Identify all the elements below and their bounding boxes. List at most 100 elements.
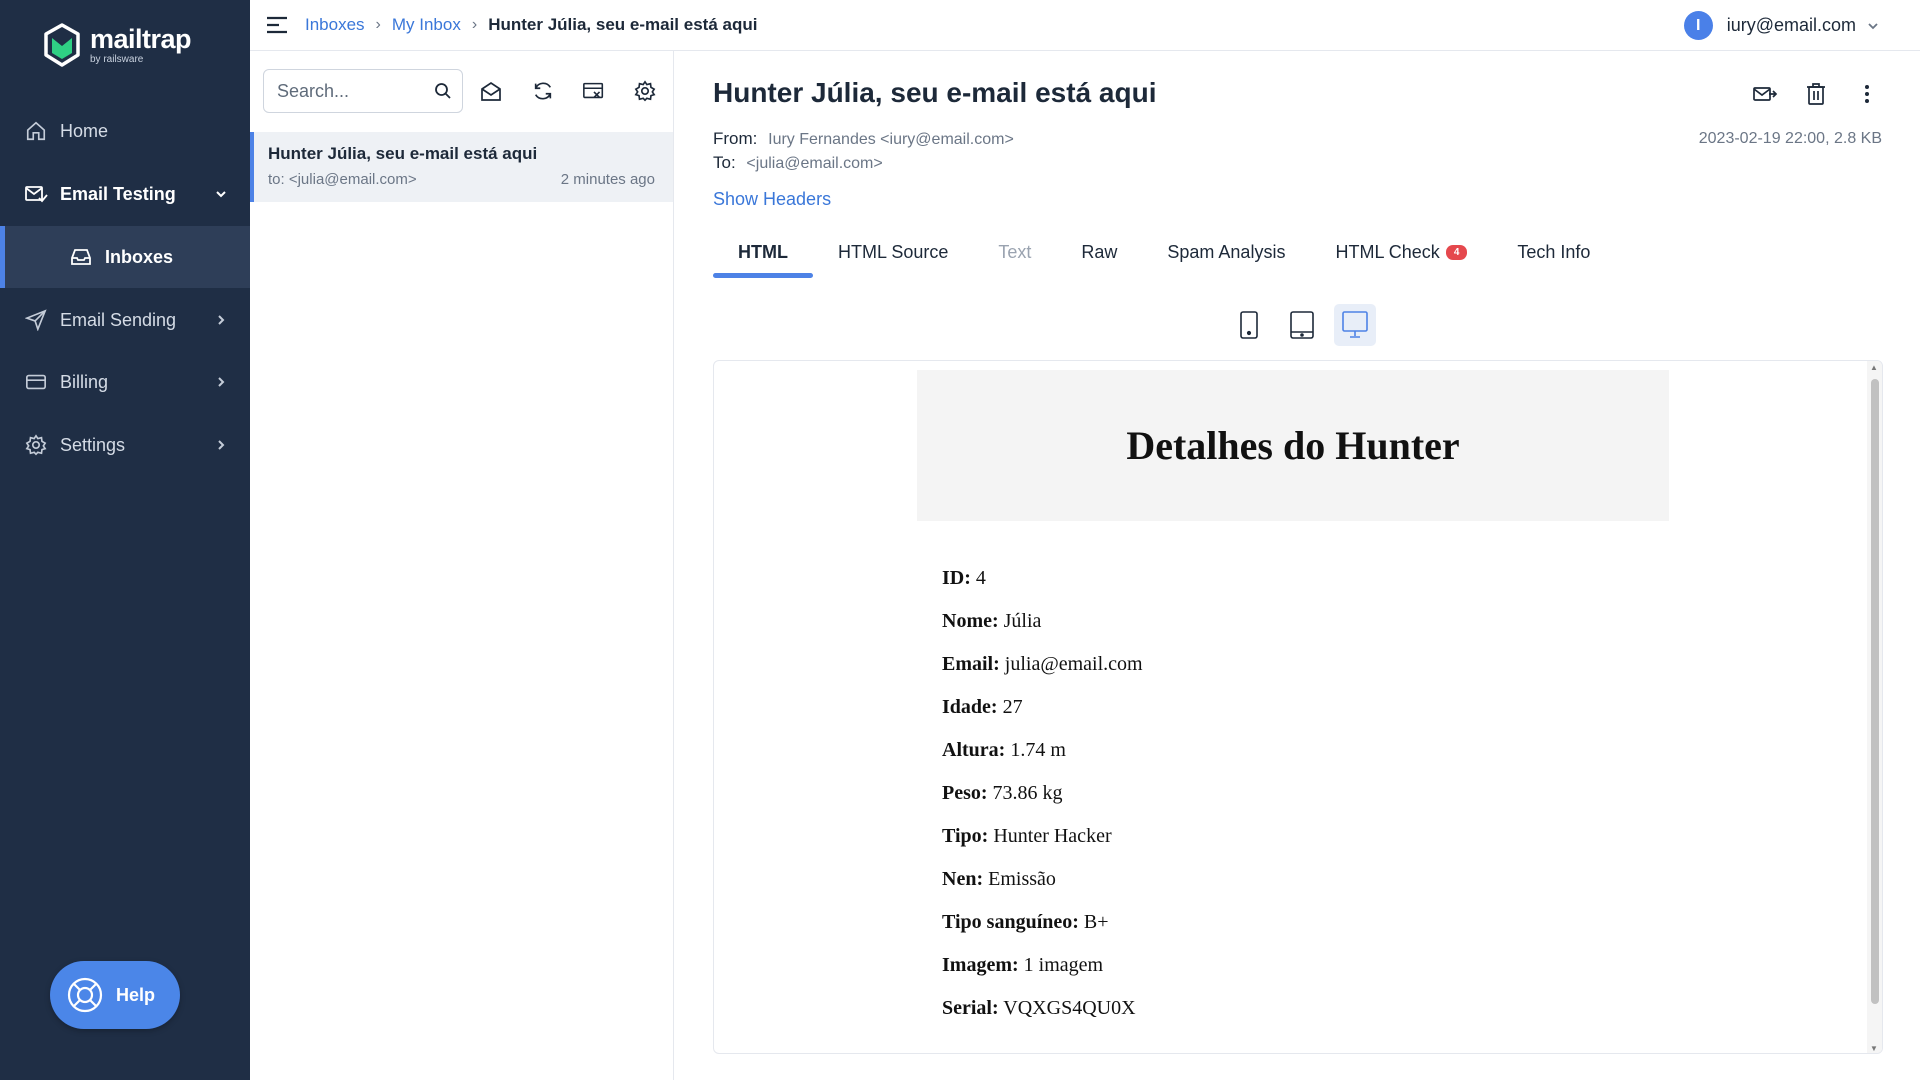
email-field-altura: Altura: 1.74 m (942, 737, 1143, 780)
field-label: Altura: (942, 739, 1006, 761)
to-label: To: (713, 153, 736, 172)
search-box (263, 69, 463, 113)
gear-icon (24, 433, 48, 457)
sidebar-item-label: Billing (60, 371, 109, 392)
message-recipient: to: <julia@email.com> (268, 171, 417, 188)
tab-html-source[interactable]: HTML Source (813, 226, 973, 278)
chevron-right-icon (218, 377, 225, 387)
scroll-up-arrow-icon[interactable]: ▲ (1870, 363, 1878, 372)
email-preview-frame[interactable]: Detalhes do Hunter ID: 4 Nome: Júlia Ema… (713, 360, 1883, 1054)
mailtrap-logo[interactable]: mailtrap by railsware (42, 22, 192, 68)
tab-label: Text (998, 241, 1032, 262)
sidebar-item-email-sending[interactable]: Email Sending (0, 289, 250, 351)
message-list-pane: Hunter Júlia, seu e-mail está aqui to: <… (250, 51, 674, 1080)
from-line: From: Iury Fernandes <iury@email.com> (713, 129, 1014, 149)
breadcrumb-current: Hunter Júlia, seu e-mail está aqui (488, 15, 758, 34)
sidebar-item-inboxes[interactable]: Inboxes (0, 226, 250, 288)
search-input[interactable] (277, 80, 427, 102)
field-label: Idade: (942, 696, 998, 718)
message-date-size: 2023-02-19 22:00, 2.8 KB (1698, 130, 1882, 147)
field-value: VQXGS4QU0X (1003, 997, 1136, 1019)
tab-html[interactable]: HTML (713, 226, 813, 278)
sidebar: mailtrap by railsware Home Email Testing… (0, 0, 250, 1080)
breadcrumb-separator: › (375, 16, 381, 33)
email-body: ID: 4 Nome: Júlia Email: julia@email.com… (942, 565, 1143, 1038)
field-label: Serial: (942, 997, 999, 1019)
field-value: 27 (1002, 696, 1023, 718)
email-field-nen: Nen: Emissão (942, 866, 1143, 909)
sidebar-item-settings[interactable]: Settings (0, 414, 250, 476)
field-label: Peso: (942, 782, 988, 804)
sidebar-item-label: Email Testing (60, 183, 176, 204)
preview-device-switcher (1228, 304, 1387, 346)
forward-icon[interactable] (1752, 81, 1778, 107)
account-menu[interactable]: I iury@email.com (1683, 11, 1880, 40)
tab-html-check[interactable]: HTML Check 4 (1310, 226, 1492, 278)
field-label: Email: (942, 653, 1000, 675)
message-subject: Hunter Júlia, seu e-mail está aqui (268, 144, 538, 163)
search-icon[interactable] (434, 82, 452, 100)
mobile-view-icon[interactable] (1228, 304, 1270, 346)
tab-text[interactable]: Text (973, 226, 1056, 278)
tab-spam-analysis[interactable]: Spam Analysis (1142, 226, 1310, 278)
tab-label: HTML Check (1335, 241, 1440, 262)
tab-tech-info[interactable]: Tech Info (1492, 226, 1615, 278)
breadcrumb-separator: › (471, 16, 478, 33)
inbox-icon (69, 245, 93, 269)
message-time: 2 minutes ago (560, 171, 655, 188)
message-tabs: HTML HTML Source Text Raw Spam Analysis … (713, 226, 1615, 278)
scroll-down-arrow-icon[interactable]: ▼ (1870, 1044, 1878, 1053)
breadcrumb-inboxes[interactable]: Inboxes (305, 15, 365, 35)
sidebar-item-home[interactable]: Home (0, 100, 250, 162)
sidebar-item-billing[interactable]: Billing (0, 351, 250, 413)
scrollbar-thumb[interactable] (1871, 379, 1879, 1004)
to-value: <julia@email.com> (746, 155, 883, 172)
field-label: Imagem: (942, 954, 1019, 976)
mark-read-icon[interactable] (479, 79, 503, 103)
send-icon (24, 308, 48, 332)
field-label: Nome: (942, 610, 999, 632)
email-field-peso: Peso: 73.86 kg (942, 780, 1143, 823)
field-value: 4 (975, 567, 986, 589)
account-email: iury@email.com (1726, 15, 1856, 35)
html-check-count-badge: 4 (1445, 244, 1468, 260)
preview-scrollbar[interactable]: ▲ ▼ (1867, 361, 1882, 1053)
sidebar-item-label: Email Sending (60, 309, 177, 330)
email-field-tipo-sanguineo: Tipo sanguíneo: B+ (942, 909, 1143, 952)
list-item[interactable]: Hunter Júlia, seu e-mail está aqui to: <… (250, 132, 673, 202)
message-title: Hunter Júlia, seu e-mail está aqui (713, 77, 1157, 108)
field-label: Tipo: (942, 825, 989, 847)
field-value: julia@email.com (1004, 653, 1143, 675)
tab-label: Raw (1081, 241, 1118, 262)
email-header: Detalhes do Hunter (917, 370, 1669, 521)
tablet-view-icon[interactable] (1281, 304, 1323, 346)
refresh-icon[interactable] (531, 79, 555, 103)
top-bar: Inboxes › My Inbox › Hunter Júlia, seu e… (250, 0, 1920, 51)
email-field-serial: Serial: VQXGS4QU0X (942, 995, 1143, 1038)
help-button[interactable]: Help (50, 961, 180, 1029)
logo-name: mailtrap (90, 23, 192, 54)
message-pane: Hunter Júlia, seu e-mail está aqui From:… (675, 51, 1920, 1080)
show-headers-link[interactable]: Show Headers (713, 189, 831, 210)
to-line: To: <julia@email.com> (713, 153, 883, 173)
breadcrumb: Inboxes › My Inbox › Hunter Júlia, seu e… (305, 15, 757, 35)
tab-raw[interactable]: Raw (1056, 226, 1142, 278)
tab-label: HTML Source (837, 241, 949, 262)
field-label: ID: (942, 567, 971, 589)
email-title: Detalhes do Hunter (1126, 423, 1460, 468)
desktop-view-icon[interactable] (1334, 304, 1376, 346)
field-label: Tipo sanguíneo: (942, 911, 1079, 933)
more-options-icon[interactable] (1854, 81, 1880, 107)
lifebuoy-icon (66, 976, 104, 1014)
tab-label: Spam Analysis (1167, 241, 1286, 262)
clean-inbox-icon[interactable] (582, 79, 606, 103)
trash-icon[interactable] (1803, 81, 1829, 107)
menu-toggle-icon[interactable] (266, 14, 288, 36)
sidebar-item-email-testing[interactable]: Email Testing (0, 163, 250, 225)
field-value: 1 imagem (1023, 954, 1104, 976)
email-field-imagem: Imagem: 1 imagem (942, 952, 1143, 995)
breadcrumb-my-inbox[interactable]: My Inbox (392, 15, 461, 35)
sidebar-item-label: Home (60, 120, 109, 141)
inbox-settings-icon[interactable] (633, 79, 657, 103)
email-field-idade: Idade: 27 (942, 694, 1143, 737)
